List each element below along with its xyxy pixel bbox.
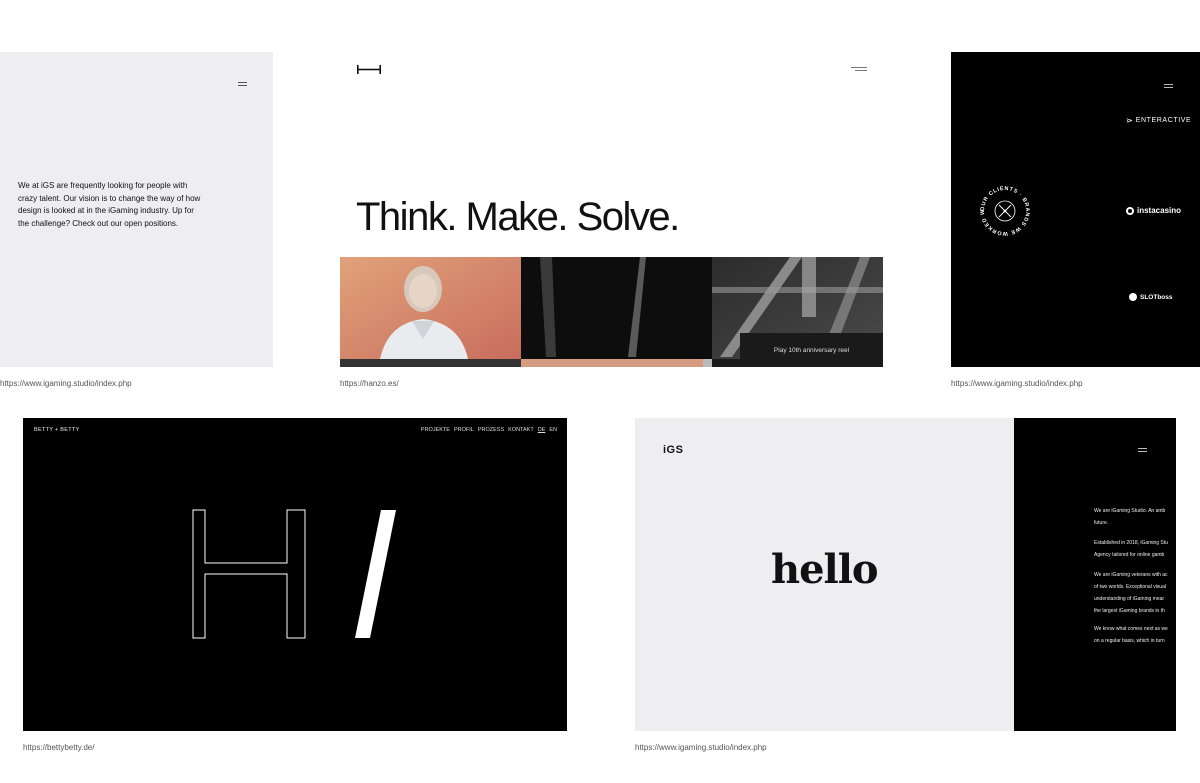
igaming-hello-preview[interactable]: iGS hello We are iGaming Studio. An amb …	[635, 418, 1176, 731]
menu-lines-icon[interactable]	[851, 67, 867, 72]
h-slash-graphic	[192, 509, 396, 639]
about-line: Established in 2018, iGaming Stu	[1094, 540, 1168, 546]
brand-enteractive: ⋗ ENTERACTIVE	[1126, 116, 1192, 125]
caption-url[interactable]: https://hanzo.es/	[340, 379, 399, 388]
careers-text: We at iGS are frequently looking for peo…	[18, 181, 201, 229]
brand-instacasino: instacasino	[1126, 206, 1181, 215]
about-line: We are iGaming Studio. An amb	[1094, 508, 1166, 514]
hamburger-menu-icon[interactable]	[238, 82, 247, 86]
about-line: Agency tailored for online gamb	[1094, 552, 1165, 558]
igaming-clients-preview[interactable]: OUR CLIENTS · BRANDS WE WORKED WITH · ⋗ …	[951, 52, 1200, 367]
main-nav: PROJEKTE PROFIL PROZESS KONTAKT DE EN	[421, 427, 557, 433]
hanzo-preview[interactable]: Think. Make. Solve. Play 10th anniversar…	[340, 52, 883, 367]
igs-logo[interactable]: iGS	[663, 444, 683, 456]
about-line: of two worlds. Exceptional visual	[1094, 584, 1166, 590]
enteractive-logo-icon: ⋗	[1126, 116, 1133, 125]
nav-item-prozess[interactable]: PROZESS	[478, 427, 504, 433]
site-logo[interactable]: BETTY + BETTY	[34, 427, 80, 433]
caption-url[interactable]: https://www.igaming.studio/index.php	[0, 379, 132, 388]
play-reel-button[interactable]: Play 10th anniversary reel	[740, 333, 883, 367]
brand-slotboss: SLOTboss	[1129, 293, 1173, 301]
about-line: We know what comes next as we	[1094, 626, 1168, 632]
caption-url[interactable]: https://www.igaming.studio/index.php	[951, 379, 1083, 388]
nav-item-kontakt[interactable]: KONTAKT	[508, 427, 534, 433]
igaming-careers-preview[interactable]: We at iGS are frequently looking for peo…	[0, 52, 273, 367]
our-clients-badge: OUR CLIENTS · BRANDS WE WORKED WITH ·	[977, 183, 1029, 236]
caption-url[interactable]: https://www.igaming.studio/index.php	[635, 743, 767, 752]
lang-en[interactable]: EN	[549, 427, 557, 433]
instacasino-logo-icon	[1126, 206, 1134, 215]
nav-item-projekte[interactable]: PROJEKTE	[421, 427, 450, 433]
lang-de[interactable]: DE	[538, 427, 546, 433]
caption-url[interactable]: https://bettybetty.de/	[23, 743, 94, 752]
hanzo-logo-icon[interactable]	[357, 65, 381, 74]
hero-headline: Think. Make. Solve.	[356, 195, 680, 239]
about-line: understanding of iGaming mear	[1094, 596, 1165, 602]
bettybetty-preview[interactable]: BETTY + BETTY PROJEKTE PROFIL PROZESS KO…	[23, 418, 567, 731]
about-line: the largest iGaming brands in th	[1094, 608, 1165, 614]
about-panel: We are iGaming Studio. An amb future. Es…	[1014, 418, 1176, 731]
slotboss-logo-icon	[1129, 293, 1137, 301]
about-line: future.	[1094, 520, 1109, 526]
about-line: on a regular basis, which in turn	[1094, 638, 1165, 644]
hello-heading: hello	[771, 546, 879, 593]
about-line: We are iGaming veterans with ac	[1094, 572, 1168, 578]
hamburger-menu-icon[interactable]	[1164, 84, 1173, 88]
nav-item-profil[interactable]: PROFIL	[454, 427, 474, 433]
hamburger-menu-icon[interactable]	[1138, 448, 1147, 452]
